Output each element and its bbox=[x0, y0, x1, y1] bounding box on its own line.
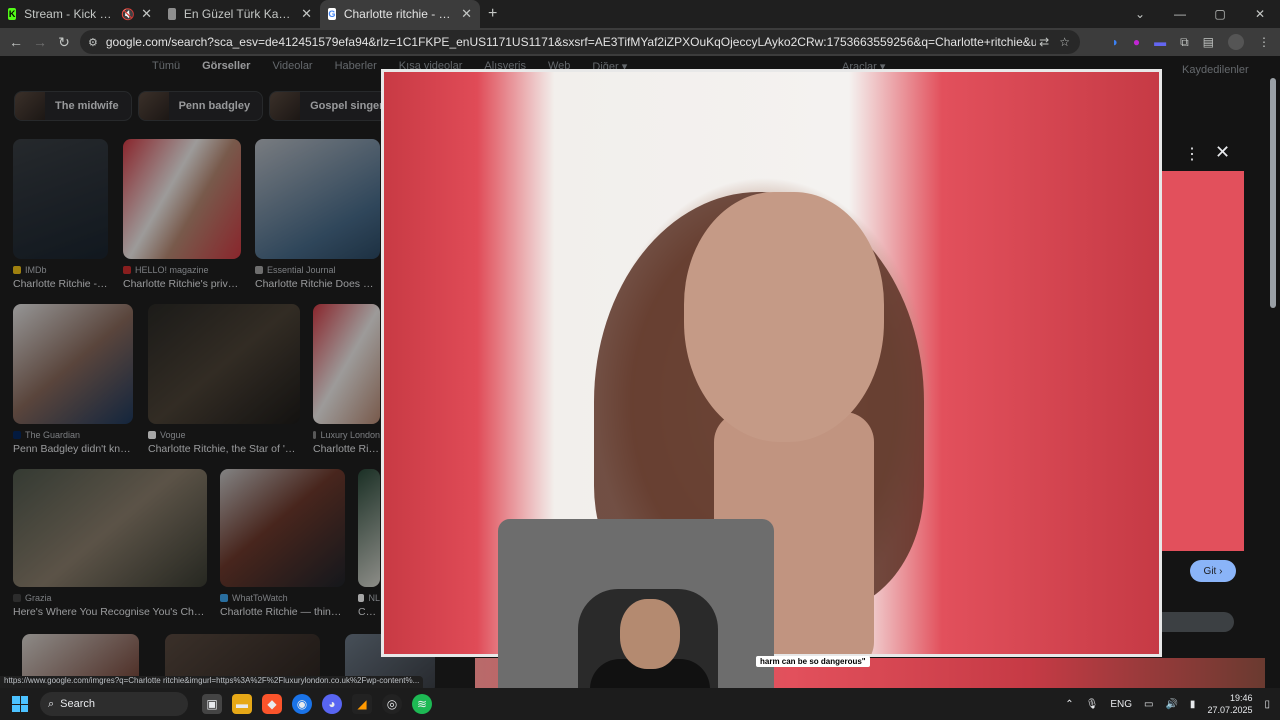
google-images-page: Tümü Görseller Videolar Haberler Kısa vi… bbox=[0, 56, 1280, 688]
taskbar-apps: ▣ ▬ ◆ ◉ ◕ ◢ ◎ ≋ bbox=[202, 694, 432, 714]
notification-icon[interactable]: ▯ bbox=[1264, 699, 1270, 710]
preview-photo-face bbox=[684, 192, 884, 442]
minimize-button[interactable]: — bbox=[1160, 7, 1200, 21]
network-icon[interactable]: ▭ bbox=[1144, 699, 1153, 710]
more-menu-icon[interactable]: ⋮ bbox=[1258, 35, 1270, 49]
status-bar-url: https://www.google.com/imgres?q=Charlott… bbox=[0, 676, 424, 688]
tab-title: Stream - Kick Dashboard bbox=[24, 7, 115, 21]
tab-turk-kadini[interactable]: En Güzel Türk Kadını (256 Kişi) ✕ bbox=[160, 0, 320, 28]
windows-start-icon[interactable] bbox=[12, 696, 28, 712]
new-tab-button[interactable]: + bbox=[488, 5, 497, 23]
dropdown-icon[interactable]: ⌄ bbox=[1120, 7, 1160, 21]
close-tab-icon[interactable]: ✕ bbox=[295, 6, 312, 22]
extension-icon[interactable]: ● bbox=[1133, 35, 1140, 49]
clock-time: 19:46 bbox=[1229, 693, 1253, 703]
kick-icon: K bbox=[8, 8, 17, 20]
search-icon: ⌕ bbox=[48, 697, 55, 710]
chrome-icon[interactable]: ◉ bbox=[292, 694, 312, 714]
page-scrollbar[interactable] bbox=[1270, 78, 1276, 308]
bookmark-star-icon[interactable]: ☆ bbox=[1059, 35, 1070, 49]
close-window-button[interactable]: ✕ bbox=[1240, 7, 1280, 21]
extensions-puzzle-icon[interactable]: ⧉ bbox=[1180, 35, 1189, 50]
address-bar[interactable]: ⚙ google.com/search?sca_esv=de412451579e… bbox=[80, 30, 1080, 54]
preview-more-icon[interactable]: ⋮ bbox=[1184, 144, 1200, 164]
window-controls: ⌄ — ▢ ✕ bbox=[1120, 0, 1280, 28]
forward-button[interactable]: → bbox=[28, 34, 52, 50]
microphone-icon[interactable]: 🎙 bbox=[1086, 699, 1099, 710]
tab-title: En Güzel Türk Kadını (256 Kişi) bbox=[183, 7, 296, 21]
toolbar-extensions: ◗ ● ▬ ⧉ ▤ ⋮ bbox=[1112, 28, 1270, 56]
obs-icon[interactable]: ◎ bbox=[382, 694, 402, 714]
tab-google-search[interactable]: G Charlotte ritchie - Google'da Ara ✕ bbox=[320, 0, 480, 28]
browser-toolbar: ← → ↻ ⚙ google.com/search?sca_esv=de4124… bbox=[0, 28, 1280, 56]
taskbar-search[interactable]: ⌕ Search bbox=[40, 692, 188, 716]
visit-button[interactable]: Git › bbox=[1190, 560, 1236, 582]
windows-taskbar: ⌕ Search ▣ ▬ ◆ ◉ ◕ ◢ ◎ ≋ ⌃ 🎙 ENG ▭ 🔊 ▮ 1… bbox=[0, 688, 1280, 720]
tab-title: Charlotte ritchie - Google'da Ara bbox=[343, 7, 455, 21]
tray-chevron-icon[interactable]: ⌃ bbox=[1065, 699, 1073, 710]
brave-icon[interactable]: ◆ bbox=[262, 694, 282, 714]
app-icon[interactable]: ◢ bbox=[352, 694, 372, 714]
spotify-icon[interactable]: ≋ bbox=[412, 694, 432, 714]
side-panel-icon[interactable]: ▤ bbox=[1203, 35, 1214, 49]
extension-icon[interactable]: ◗ bbox=[1112, 35, 1119, 49]
webcam-person-head bbox=[620, 599, 680, 669]
language-indicator[interactable]: ENG bbox=[1110, 699, 1132, 710]
system-tray: ⌃ 🎙 ENG ▭ 🔊 ▮ 19:46 27.07.2025 ▯ bbox=[1065, 688, 1270, 720]
browser-tab-strip: K Stream - Kick Dashboard 🔇 ✕ En Güzel T… bbox=[0, 0, 1280, 28]
reload-button[interactable]: ↻ bbox=[52, 34, 76, 51]
close-tab-icon[interactable]: ✕ bbox=[455, 6, 472, 22]
battery-icon[interactable]: ▮ bbox=[1190, 699, 1196, 710]
maximize-button[interactable]: ▢ bbox=[1200, 7, 1240, 21]
preview-close-icon[interactable]: ✕ bbox=[1215, 142, 1230, 163]
extension-icon[interactable]: ▬ bbox=[1154, 35, 1166, 49]
profile-avatar[interactable] bbox=[1228, 34, 1244, 50]
volume-icon[interactable]: 🔊 bbox=[1165, 699, 1177, 710]
file-explorer-icon[interactable]: ▬ bbox=[232, 694, 252, 714]
clock-date: 27.07.2025 bbox=[1207, 705, 1253, 715]
task-view-icon[interactable]: ▣ bbox=[202, 694, 222, 714]
site-icon bbox=[168, 8, 176, 20]
mute-icon[interactable]: 🔇 bbox=[121, 8, 135, 21]
taskbar-clock[interactable]: 19:46 27.07.2025 bbox=[1207, 692, 1252, 716]
preview-related-bar bbox=[1162, 612, 1234, 632]
discord-icon[interactable]: ◕ bbox=[322, 694, 342, 714]
taskbar-search-label: Search bbox=[60, 698, 96, 710]
site-info-icon[interactable]: ⚙ bbox=[88, 36, 98, 49]
close-tab-icon[interactable]: ✕ bbox=[135, 6, 152, 22]
webcam-overlay bbox=[498, 519, 774, 688]
stream-subtitle: harm can be so dangerous" bbox=[756, 656, 870, 667]
address-url: google.com/search?sca_esv=de412451579efa… bbox=[105, 35, 1036, 49]
preview-image-edge bbox=[1162, 171, 1244, 551]
translate-icon[interactable]: ⇄ bbox=[1039, 35, 1049, 49]
tab-kick-dashboard[interactable]: K Stream - Kick Dashboard 🔇 ✕ bbox=[0, 0, 160, 28]
google-icon: G bbox=[328, 8, 336, 20]
back-button[interactable]: ← bbox=[4, 34, 28, 50]
